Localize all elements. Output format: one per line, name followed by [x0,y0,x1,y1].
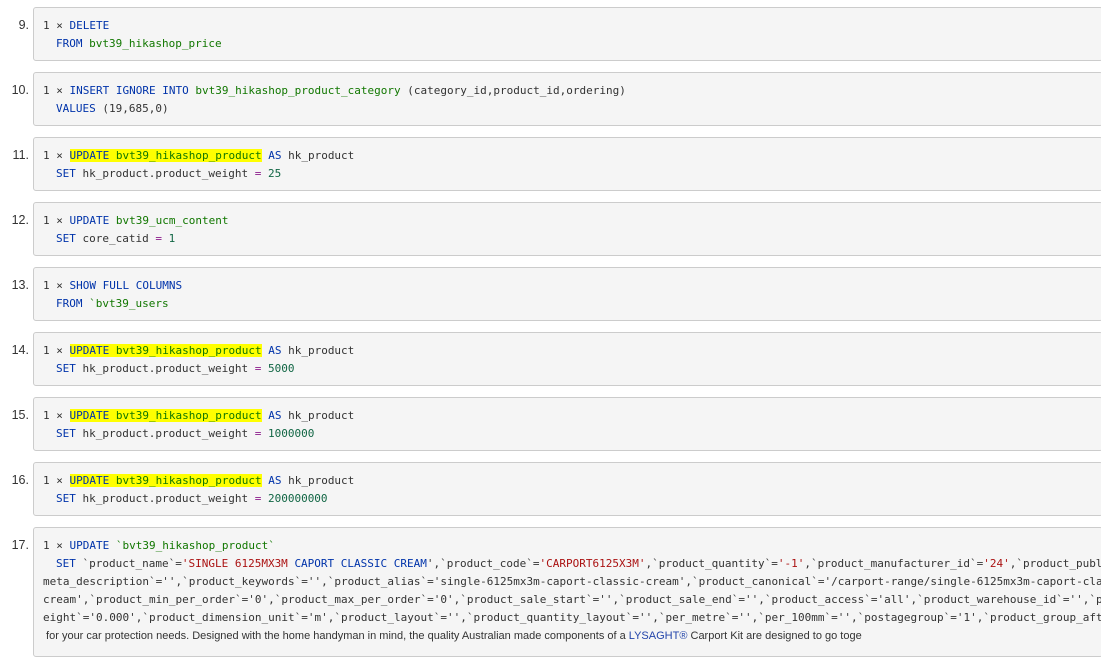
query-count: 1 × [43,214,63,227]
query-line: 1 × INSERT IGNORE INTO bvt39_hikashop_pr… [43,84,626,97]
query-line: 1 × DELETE [43,19,110,32]
query-box[interactable]: 1 × UPDATE bvt39_hikashop_product AS hk_… [33,137,1101,191]
query-number: 12. [11,213,29,227]
query-line: SET core_catid = 1 [56,232,176,245]
query-line: 1 × SHOW FULL COLUMNS [43,279,183,292]
query-number: 15. [11,408,29,422]
query-line: eight`='0.000',`product_dimension_unit`=… [43,611,1101,624]
table-name-highlighted: bvt39_hikashop_product [115,344,262,357]
query-box[interactable]: 1 × UPDATE bvt39_ucm_content SET core_ca… [33,202,1101,256]
query-line: SET hk_product.product_weight = 1000000 [56,427,315,440]
table-name: bvt39_hikashop_product_category [195,84,401,97]
query-line: 1 × UPDATE `bvt39_hikashop_product` [43,539,275,552]
query-line: for your car protection needs. Designed … [43,630,862,642]
query-line: SET hk_product.product_weight = 20000000… [56,492,328,505]
table-name-highlighted: bvt39_hikashop_product [115,474,262,487]
brand-link[interactable]: LYSAGHT® [629,630,688,642]
query-line: VALUES (19,685,0) [56,102,169,115]
query-line: 1 × UPDATE bvt39_hikashop_product AS hk_… [43,474,355,487]
query-count: 1 × [43,474,63,487]
table-name-highlighted: bvt39_hikashop_product [115,149,262,162]
query-count: 1 × [43,84,63,97]
query-count: 1 × [43,539,63,552]
table-name: `bvt39_hikashop_product` [115,539,275,552]
query-count: 1 × [43,19,63,32]
query-line: FROM bvt39_hikashop_price [56,37,222,50]
query-line: 1 × UPDATE bvt39_hikashop_product AS hk_… [43,344,355,357]
query-line: FROM `bvt39_users [56,297,169,310]
query-box[interactable]: 1 × UPDATE `bvt39_hikashop_product` SET … [33,527,1101,657]
query-box[interactable]: 1 × DELETE FROM bvt39_hikashop_price [33,7,1101,61]
query-count: 1 × [43,279,63,292]
query-box[interactable]: 1 × UPDATE bvt39_hikashop_product AS hk_… [33,397,1101,451]
query-count: 1 × [43,344,63,357]
query-count: 1 × [43,149,63,162]
query-line: 1 × UPDATE bvt39_hikashop_product AS hk_… [43,409,355,422]
query-line: SET `product_name`='SINGLE 6125MX3M CAPO… [56,557,1101,570]
table-name: `bvt39_users [89,297,169,310]
table-name: bvt39_ucm_content [115,214,229,227]
query-number: 17. [11,538,29,552]
query-number: 14. [11,343,29,357]
query-box[interactable]: 1 × UPDATE bvt39_hikashop_product AS hk_… [33,332,1101,386]
query-line: meta_description`='',`product_keywords`=… [43,575,1101,588]
query-box[interactable]: 1 × UPDATE bvt39_hikashop_product AS hk_… [33,462,1101,516]
query-number: 9. [18,18,29,32]
query-number: 10. [11,83,29,97]
query-line: SET hk_product.product_weight = 5000 [56,362,295,375]
query-number: 13. [11,278,29,292]
table-name-highlighted: bvt39_hikashop_product [115,409,262,422]
query-box[interactable]: 1 × INSERT IGNORE INTO bvt39_hikashop_pr… [33,72,1101,126]
query-line: SET hk_product.product_weight = 25 [56,167,282,180]
query-number: 16. [11,473,29,487]
query-line: cream',`product_min_per_order`='0',`prod… [43,593,1101,606]
query-line: 1 × UPDATE bvt39_ucm_content [43,214,229,227]
query-line: 1 × UPDATE bvt39_hikashop_product AS hk_… [43,149,355,162]
query-box[interactable]: 1 × SHOW FULL COLUMNS FROM `bvt39_users [33,267,1101,321]
query-number: 11. [12,148,29,162]
query-count: 1 × [43,409,63,422]
table-name: bvt39_hikashop_price [89,37,222,50]
